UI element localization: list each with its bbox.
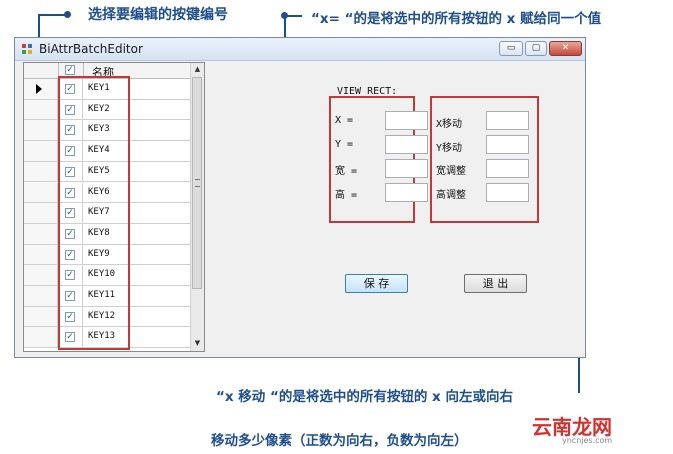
highlight-key-column [58,76,130,350]
x-move-input[interactable] [486,111,529,130]
row-selector[interactable] [24,223,58,244]
annotation-x-move-line1: “x 移动 “的是将选中的所有按钮的 x 向左或向右 [216,389,513,405]
y-equals-input[interactable] [385,135,428,154]
grid-header-rowselector [24,63,59,78]
row-selector[interactable] [24,286,58,306]
current-row-icon [36,84,42,94]
annotation-line-left-h [38,14,68,16]
row-selector[interactable] [24,79,58,99]
annotation-x-move-line2: 移动多少像素（正数为向右，负数为向左） [211,433,468,449]
minimize-button[interactable]: ▭ [499,41,523,56]
row-selector[interactable] [24,327,58,348]
title-bar: BiAttrBatchEditor ▭ ▢ ✕ [15,38,585,61]
scroll-thumb[interactable] [192,77,202,289]
row-selector[interactable] [24,161,58,182]
y-move-input[interactable] [486,135,529,154]
width-adjust-label: 宽调整 [436,166,466,177]
row-selector[interactable] [24,203,58,223]
scroll-down-icon[interactable]: ▼ [191,337,204,350]
height-adjust-label: 高调整 [436,190,466,201]
close-button[interactable]: ✕ [549,41,582,56]
row-selector[interactable] [24,265,58,285]
row-selector[interactable] [24,244,58,265]
grip-icon [195,179,200,187]
exit-button[interactable]: 退 出 [464,274,527,293]
header-checkbox[interactable]: ✓ [65,65,75,75]
annotation-select-key: 选择要编辑的按键编号 [88,7,228,23]
window-title: BiAttrBatchEditor [39,42,143,56]
row-selector[interactable] [24,182,58,203]
row-selector[interactable] [24,141,58,161]
save-button[interactable]: 保 存 [345,274,408,293]
maximize-button[interactable]: ▢ [525,41,547,56]
y-move-label: Y移动 [436,143,463,154]
annotation-line-right-h1 [284,15,302,17]
x-move-label: X移动 [436,119,463,130]
x-equals-input[interactable] [385,111,428,130]
scroll-up-icon[interactable]: ▲ [191,63,204,76]
height-adjust-input[interactable] [486,183,529,202]
grid-vscrollbar[interactable]: ▲ ▼ [190,63,204,351]
height-equals-input[interactable] [385,183,428,202]
row-selector[interactable] [24,306,58,327]
watermark-sub: yncnjes.com [562,436,613,445]
width-equals-label: 宽 = [335,166,358,177]
y-equals-label: Y = [335,139,354,150]
row-selector[interactable] [24,120,58,141]
height-equals-label: 高 = [335,190,358,201]
row-selector[interactable] [24,99,58,120]
width-adjust-input[interactable] [486,159,529,178]
width-equals-input[interactable] [385,159,428,178]
x-equals-label: X = [335,115,354,126]
app-icon [22,44,32,54]
annotation-x-equals: “x= “的是将选中的所有按钮的 x 赋给同一个值 [311,11,602,27]
